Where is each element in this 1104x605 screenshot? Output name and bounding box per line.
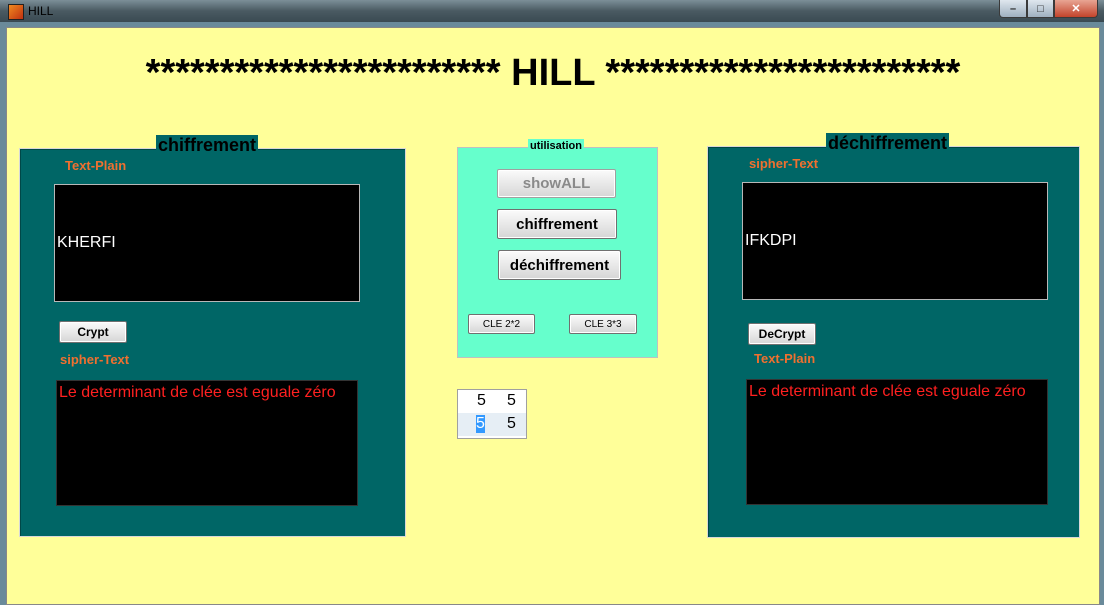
encrypt-plain-input[interactable]: KHERFI xyxy=(54,184,360,302)
chiffrement-button[interactable]: chiffrement xyxy=(497,209,617,239)
encrypt-plain-label: Text-Plain xyxy=(65,158,127,173)
decrypt-plain-output: Le determinant de clée est eguale zéro xyxy=(746,379,1048,505)
maximize-icon: □ xyxy=(1037,2,1044,15)
decrypt-cipher-input[interactable]: IFKDPI xyxy=(742,182,1048,300)
key-2x2-button[interactable]: CLE 2*2 xyxy=(468,314,535,334)
dechiffrement-button[interactable]: déchiffrement xyxy=(498,250,621,280)
encrypt-plain-value: KHERFI xyxy=(57,234,116,251)
decrypt-button[interactable]: DeCrypt xyxy=(748,323,816,345)
window-controls: – □ ✕ xyxy=(999,0,1098,18)
close-button[interactable]: ✕ xyxy=(1054,0,1098,18)
decrypt-panel-title: déchiffrement xyxy=(826,133,950,153)
matrix-cell[interactable]: 5 xyxy=(507,415,516,433)
page-heading: ************************ HILL **********… xyxy=(145,52,961,94)
window-title: HILL xyxy=(28,4,54,18)
matrix-row: 5 5 xyxy=(458,413,526,436)
close-icon: ✕ xyxy=(1071,3,1081,15)
encrypt-panel: chiffrement Text-Plain KHERFI Crypt siph… xyxy=(19,135,406,537)
encrypt-panel-title: chiffrement xyxy=(156,135,259,155)
matrix-cell-selected[interactable]: 5 xyxy=(476,415,485,433)
minimize-icon: – xyxy=(1009,2,1017,15)
matrix-cell[interactable]: 5 xyxy=(507,392,516,410)
decrypt-cipher-value: IFKDPI xyxy=(745,232,797,249)
decrypt-plain-label: Text-Plain xyxy=(754,351,816,366)
decrypt-cipher-label: sipher-Text xyxy=(749,156,819,171)
encrypt-cipher-value: Le determinant de clée est eguale zéro xyxy=(59,384,336,401)
maximize-button[interactable]: □ xyxy=(1027,0,1054,18)
matrix-row: 5 5 xyxy=(458,390,526,413)
encrypt-cipher-label: sipher-Text xyxy=(60,352,130,367)
minimize-button[interactable]: – xyxy=(999,0,1027,18)
usage-panel-title: utilisation xyxy=(528,139,584,153)
matrix-cell[interactable]: 5 xyxy=(477,392,486,410)
key-matrix-table[interactable]: 5 5 5 5 xyxy=(457,389,527,439)
figure-client-area: ************************ HILL **********… xyxy=(6,27,1100,605)
usage-panel: utilisation showALL chiffrement déchiffr… xyxy=(457,139,658,358)
encrypt-cipher-output: Le determinant de clée est eguale zéro xyxy=(56,380,358,506)
crypt-button[interactable]: Crypt xyxy=(59,321,127,343)
matlab-app-icon xyxy=(8,4,24,20)
window-titlebar: HILL – □ ✕ xyxy=(0,0,1104,22)
decrypt-plain-value: Le determinant de clée est eguale zéro xyxy=(749,383,1026,400)
decrypt-panel: déchiffrement sipher-Text IFKDPI DeCrypt… xyxy=(707,133,1080,538)
showall-button[interactable]: showALL xyxy=(497,169,616,198)
key-3x3-button[interactable]: CLE 3*3 xyxy=(569,314,637,334)
